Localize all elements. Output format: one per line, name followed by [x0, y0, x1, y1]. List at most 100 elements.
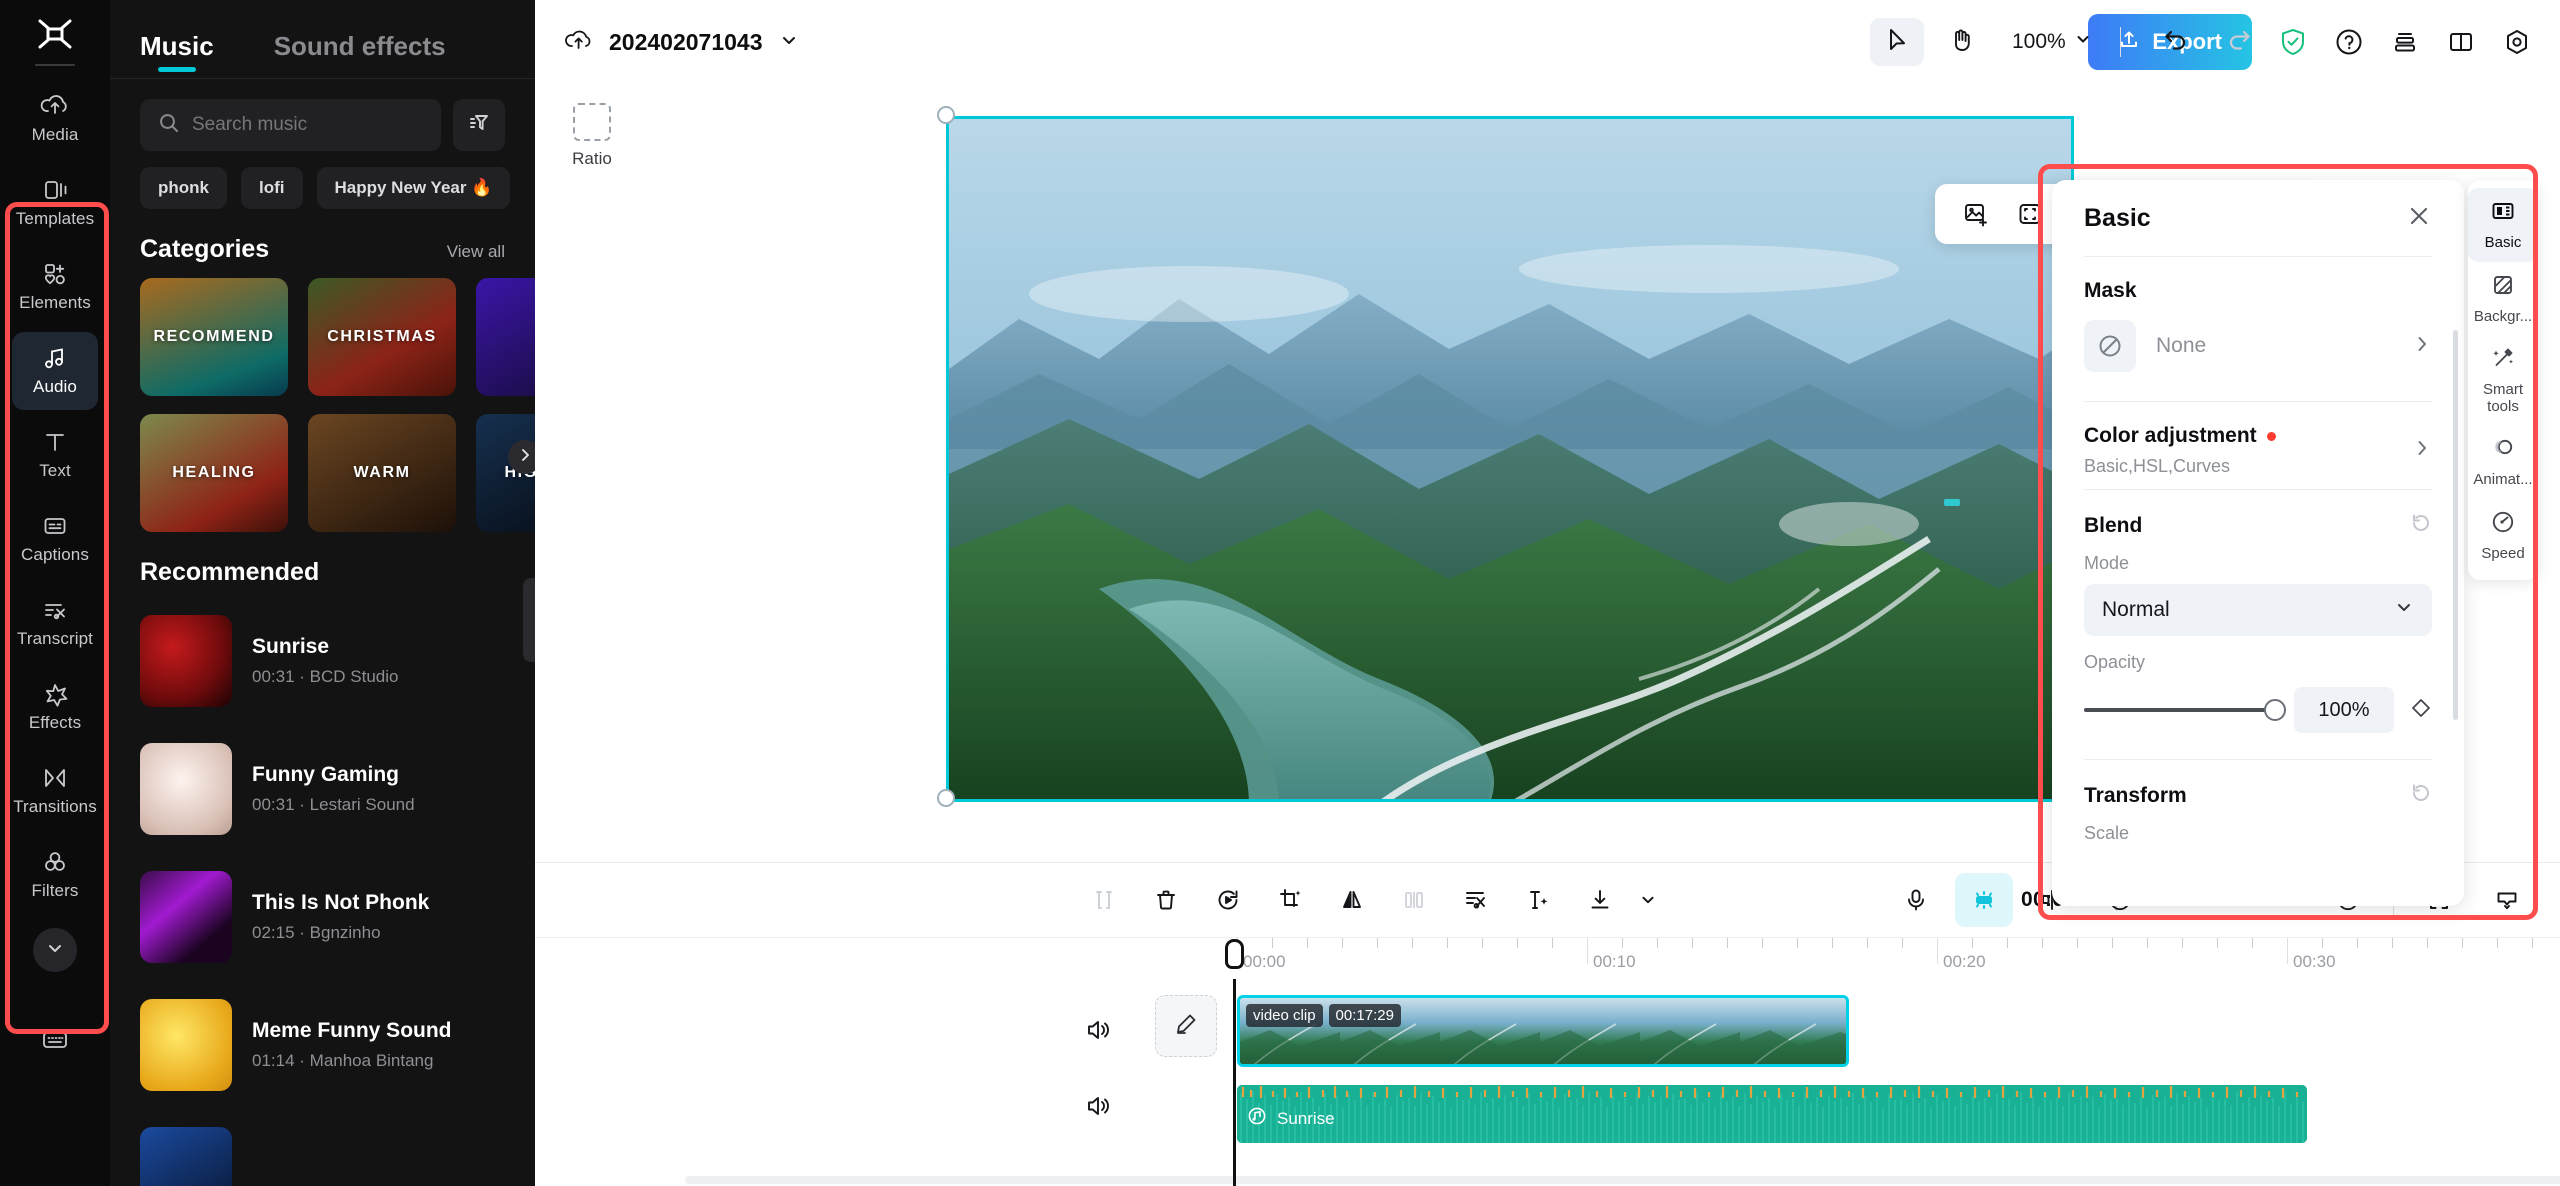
split-icon[interactable] — [1075, 873, 1133, 927]
freeze-icon[interactable] — [1385, 873, 1443, 927]
tab-speed[interactable]: Speed — [2468, 499, 2538, 573]
category-card[interactable]: CHRISTMAS — [308, 278, 456, 396]
category-card[interactable]: PO — [476, 278, 535, 396]
toolbar-separator — [2119, 27, 2121, 57]
chevron-down-icon[interactable] — [1633, 873, 1663, 927]
sidebar-item-transitions[interactable]: Transitions — [12, 752, 98, 830]
redo-button[interactable] — [2213, 18, 2267, 66]
transform-label: Transform — [2084, 783, 2187, 807]
hand-tool-button[interactable] — [1934, 18, 1988, 66]
tab-sound-effects[interactable]: Sound effects — [274, 31, 446, 72]
keyboard-shortcuts-button[interactable] — [40, 1028, 70, 1057]
playhead[interactable] — [1233, 979, 1236, 1186]
tab-smart-tools[interactable]: Smart tools — [2468, 335, 2538, 425]
color-adjustment-section[interactable]: Color adjustment Basic,HSL,Curves — [2084, 402, 2432, 489]
ruler-tick — [2322, 938, 2323, 948]
chip-lofi[interactable]: lofi — [241, 167, 303, 209]
category-card[interactable]: WARM — [308, 414, 456, 532]
close-icon[interactable] — [2406, 203, 2432, 234]
chip-phonk[interactable]: phonk — [140, 167, 227, 209]
sidebar-item-effects[interactable]: Effects — [12, 668, 98, 746]
project-title-group[interactable]: 202402071043 — [563, 27, 799, 58]
table-row[interactable]: Sunrise — [1237, 1085, 2307, 1143]
sidebar-item-audio[interactable]: Audio — [12, 332, 98, 410]
tab-music[interactable]: Music — [140, 31, 214, 72]
sidebar-item-text[interactable]: Text — [12, 416, 98, 494]
video-preview-image — [949, 119, 2071, 799]
cursor-tool-button[interactable] — [1870, 18, 1924, 66]
resize-handle-bottom-left[interactable] — [937, 789, 955, 807]
rail-expand-button[interactable] — [33, 928, 77, 972]
resize-handle-top-left[interactable] — [937, 106, 955, 124]
category-card-label: PO — [476, 328, 535, 346]
download-icon[interactable] — [1571, 873, 1629, 927]
opacity-slider[interactable] — [2084, 699, 2287, 721]
playhead-handle[interactable] — [1225, 939, 1244, 969]
auto-cut-icon[interactable] — [1447, 873, 1505, 927]
track-thumbnail — [140, 871, 232, 963]
category-card[interactable]: RECOMMEND — [140, 278, 288, 396]
list-item[interactable]: This Is Not Phonk 02:15 · Bgnzinho — [140, 853, 535, 981]
tab-animation[interactable]: Animat... — [2468, 425, 2538, 499]
chevron-down-icon[interactable] — [779, 30, 799, 55]
timeline-ruler[interactable]: 00:00 00:10 00:20 00:30 — [535, 937, 2560, 979]
sidebar-item-media[interactable]: Media — [12, 80, 98, 158]
sidebar-item-filters[interactable]: Filters — [12, 836, 98, 914]
opacity-slider-knob[interactable] — [2264, 699, 2287, 721]
properties-scrollbar[interactable] — [2453, 330, 2458, 720]
capcut-logo-icon[interactable] — [33, 14, 77, 54]
keyframe-diamond-icon[interactable] — [2410, 697, 2432, 724]
mirror-icon[interactable] — [1323, 873, 1381, 927]
table-row[interactable]: video clip 00:17:29 — [1237, 995, 1849, 1067]
sidebar-item-captions[interactable]: Captions — [12, 500, 98, 578]
list-item[interactable]: Funny Gaming 00:31 · Lestari Sound — [140, 725, 535, 853]
opacity-value[interactable]: 100% — [2294, 687, 2394, 733]
sidebar-item-templates[interactable]: Templates — [12, 164, 98, 242]
timeline-scrollbar[interactable] — [685, 1176, 2560, 1184]
list-item[interactable] — [140, 1109, 535, 1186]
blend-mode-select[interactable]: Normal — [2084, 584, 2432, 636]
list-item[interactable]: Sunrise 00:31 · BCD Studio — [140, 597, 535, 725]
tab-basic[interactable]: Basic — [2468, 188, 2538, 262]
reset-icon[interactable] — [2410, 512, 2432, 539]
ratio-button[interactable]: Ratio — [557, 96, 627, 176]
marker-icon[interactable] — [1509, 873, 1567, 927]
tab-background[interactable]: Backgr... — [2468, 262, 2538, 336]
filter-button[interactable] — [453, 99, 505, 151]
image-plus-icon[interactable] — [1953, 191, 1999, 237]
search-input[interactable] — [192, 114, 423, 136]
trash-icon[interactable] — [1137, 873, 1195, 927]
gear-icon[interactable] — [2502, 27, 2532, 57]
reverse-icon[interactable] — [1199, 873, 1257, 927]
question-circle-icon[interactable] — [2334, 27, 2364, 57]
list-item[interactable]: Meme Funny Sound 01:14 · Manhoa Bintang — [140, 981, 535, 1109]
search-music-box[interactable] — [140, 99, 441, 151]
audio-track-mute-button[interactable] — [1083, 1091, 1113, 1126]
video-track-edit-button[interactable] — [1155, 995, 1217, 1057]
properties-header: Basic — [2052, 180, 2464, 256]
sidebar-item-transcript[interactable]: Transcript — [12, 584, 98, 662]
video-track-mute-button[interactable] — [1083, 1015, 1113, 1050]
shield-check-icon[interactable] — [2278, 27, 2308, 57]
panel-collapse-handle[interactable] — [523, 578, 535, 662]
chip-happy-new-year[interactable]: Happy New Year 🔥 — [316, 167, 511, 209]
track-view-icon[interactable] — [2478, 873, 2536, 927]
beat-icon[interactable] — [1955, 873, 2013, 927]
properties-body: Mask None Color adjustment Basic,HSL,Cur… — [2052, 257, 2464, 856]
panel-layout-icon[interactable] — [2446, 27, 2476, 57]
categories-next-button[interactable] — [508, 440, 535, 474]
track-thumbnail — [140, 743, 232, 835]
crop-magic-icon[interactable] — [1261, 873, 1319, 927]
zoom-level-select[interactable]: 100% — [2012, 30, 2092, 54]
microphone-icon[interactable] — [1887, 873, 1945, 927]
undo-button[interactable] — [2149, 18, 2203, 66]
fit-screen-icon[interactable] — [2007, 191, 2053, 237]
category-card[interactable]: HEALING — [140, 414, 288, 532]
view-all-link[interactable]: View all — [447, 242, 505, 262]
elements-icon — [40, 261, 70, 287]
video-preview-frame[interactable] — [946, 116, 2074, 802]
sidebar-item-elements[interactable]: Elements — [12, 248, 98, 326]
layers-icon[interactable] — [2390, 27, 2420, 57]
mask-row[interactable]: None — [2084, 303, 2432, 389]
reset-icon[interactable] — [2410, 782, 2432, 809]
